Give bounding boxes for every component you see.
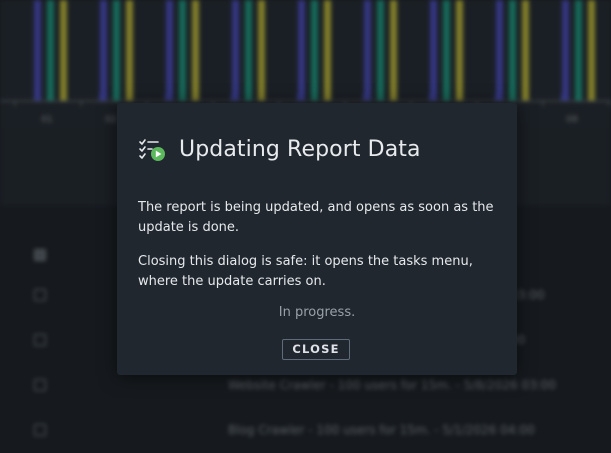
dialog-message-secondary: Closing this dialog is safe: it opens th… xyxy=(138,254,473,289)
dialog-title: Updating Report Data xyxy=(179,137,421,162)
progress-status: In progress. xyxy=(278,305,356,320)
update-report-dialog: Updating Report Data The report is being… xyxy=(117,103,517,375)
tasks-list-play-icon xyxy=(139,139,165,161)
dialog-message: The report is being updated, and opens a… xyxy=(138,200,494,235)
close-button[interactable]: CLOSE xyxy=(282,339,350,360)
